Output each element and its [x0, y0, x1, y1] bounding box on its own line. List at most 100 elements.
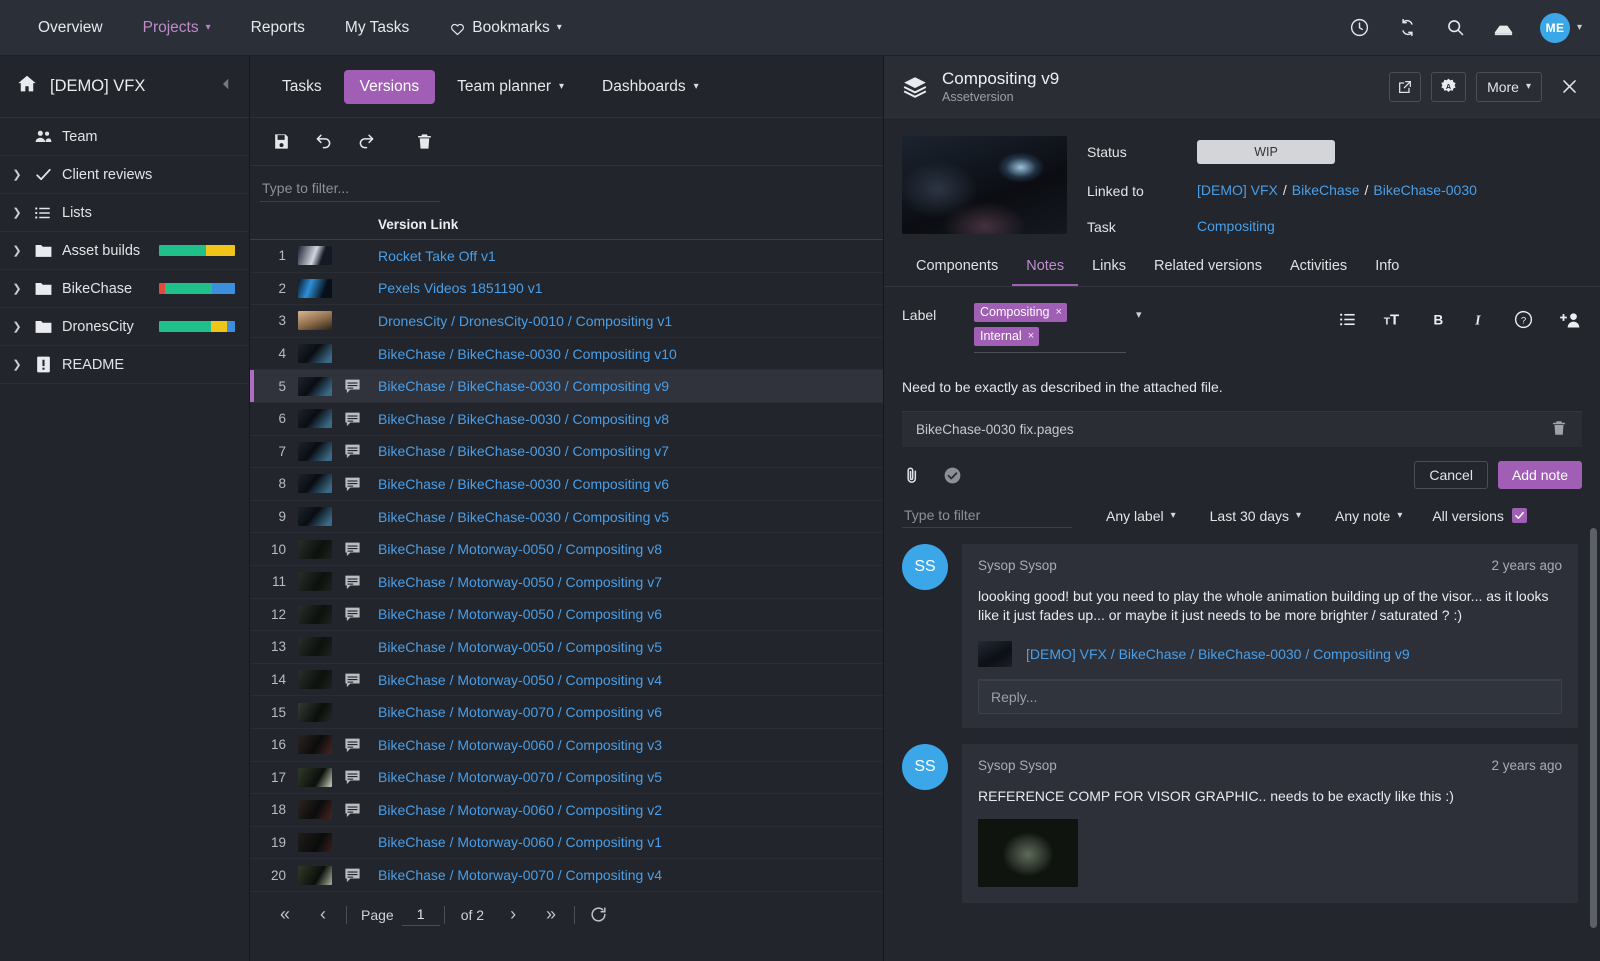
tab-tasks[interactable]: Tasks: [266, 70, 338, 104]
text-size-icon[interactable]: T T: [1383, 310, 1405, 329]
label-chip[interactable]: Compositing×: [974, 303, 1067, 322]
history-clock-icon[interactable]: [1348, 16, 1372, 40]
version-thumbnail[interactable]: [298, 377, 332, 396]
delete-icon[interactable]: [415, 132, 434, 151]
add-note-button[interactable]: Add note: [1498, 461, 1582, 489]
avatar[interactable]: SS: [902, 744, 948, 790]
close-icon[interactable]: [1554, 72, 1584, 102]
version-link[interactable]: BikeChase / BikeChase-0030 / Compositing…: [378, 378, 669, 394]
version-thumbnail[interactable]: [298, 311, 332, 330]
version-thumbnail[interactable]: [298, 540, 332, 559]
version-thumbnail[interactable]: [298, 246, 332, 265]
entity-link[interactable]: Compositing: [1197, 218, 1275, 234]
version-link[interactable]: DronesCity / DronesCity-0010 / Compositi…: [378, 313, 672, 329]
version-thumbnail[interactable]: [298, 637, 332, 656]
notes-filter-input[interactable]: [902, 503, 1072, 528]
bullet-list-icon[interactable]: [1338, 310, 1357, 329]
more-menu-button[interactable]: More ▾: [1476, 72, 1542, 102]
version-thumbnail[interactable]: [298, 670, 332, 689]
note-icon[interactable]: [344, 476, 370, 492]
panel-tab-links[interactable]: Links: [1078, 252, 1140, 286]
note-icon[interactable]: [344, 574, 370, 590]
sidebar-item-client-reviews[interactable]: ❯Client reviews: [0, 156, 249, 194]
redo-icon[interactable]: [356, 131, 377, 152]
version-link[interactable]: BikeChase / Motorway-0070 / Compositing …: [378, 704, 662, 720]
note-reply-input[interactable]: Reply...: [978, 680, 1562, 714]
entity-link[interactable]: BikeChase-0030: [1373, 182, 1477, 198]
table-filter-input[interactable]: [260, 175, 440, 202]
next-page-button[interactable]: ›: [494, 904, 532, 925]
version-thumbnail[interactable]: [902, 136, 1067, 234]
tab-team-planner[interactable]: Team planner▾: [441, 70, 580, 104]
note-icon[interactable]: [344, 606, 370, 622]
cancel-button[interactable]: Cancel: [1414, 461, 1488, 489]
version-thumbnail[interactable]: [298, 409, 332, 428]
open-external-icon[interactable]: [1389, 72, 1421, 102]
attachment-filename[interactable]: BikeChase-0030 fix.pages: [916, 422, 1074, 437]
sync-refresh-icon[interactable]: [1396, 16, 1420, 40]
sidebar-item-team[interactable]: ❯Team: [0, 118, 249, 156]
version-thumbnail[interactable]: [298, 800, 332, 819]
note-icon[interactable]: [344, 411, 370, 427]
version-link[interactable]: BikeChase / BikeChase-0030 / Compositing…: [378, 443, 669, 459]
inbox-icon[interactable]: [1492, 16, 1516, 40]
chevron-left-icon[interactable]: [217, 75, 235, 98]
version-link[interactable]: BikeChase / Motorway-0050 / Compositing …: [378, 541, 662, 557]
help-icon[interactable]: ?: [1513, 309, 1534, 330]
note-icon[interactable]: [344, 672, 370, 688]
version-link[interactable]: BikeChase / Motorway-0070 / Compositing …: [378, 867, 662, 883]
chevron-right-icon[interactable]: ❯: [10, 168, 24, 181]
version-thumbnail[interactable]: [298, 605, 332, 624]
version-link[interactable]: BikeChase / Motorway-0050 / Compositing …: [378, 606, 662, 622]
version-thumbnail[interactable]: [298, 833, 332, 852]
sidebar-item-dronescity[interactable]: ❯DronesCity: [0, 308, 249, 346]
search-icon[interactable]: [1444, 16, 1468, 40]
version-link[interactable]: BikeChase / Motorway-0050 / Compositing …: [378, 574, 662, 590]
version-link[interactable]: BikeChase / Motorway-0060 / Compositing …: [378, 802, 662, 818]
avatar[interactable]: SS: [902, 544, 948, 590]
chevron-right-icon[interactable]: ❯: [10, 358, 24, 371]
first-page-button[interactable]: «: [266, 904, 304, 925]
version-thumbnail[interactable]: [298, 442, 332, 461]
sidebar-item-asset-builds[interactable]: ❯Asset builds: [0, 232, 249, 270]
save-icon[interactable]: [272, 132, 291, 151]
page-number-input[interactable]: [402, 903, 440, 926]
nav-item-projects[interactable]: Projects▾: [125, 11, 229, 45]
note-icon[interactable]: [344, 737, 370, 753]
panel-tab-related-versions[interactable]: Related versions: [1140, 252, 1276, 286]
chevron-down-icon[interactable]: ▾: [1136, 303, 1142, 321]
version-link[interactable]: BikeChase / Motorway-0060 / Compositing …: [378, 737, 662, 753]
nav-item-overview[interactable]: Overview: [20, 11, 121, 45]
version-link[interactable]: BikeChase / BikeChase-0030 / Compositing…: [378, 476, 669, 492]
sidebar-item-lists[interactable]: ❯Lists: [0, 194, 249, 232]
chevron-right-icon[interactable]: ❯: [10, 320, 24, 333]
version-thumbnail[interactable]: [298, 572, 332, 591]
note-label-chips[interactable]: Compositing× Internal×: [974, 303, 1126, 353]
version-thumbnail[interactable]: [298, 768, 332, 787]
note-draft-text[interactable]: Need to be exactly as described in the a…: [884, 353, 1600, 411]
version-thumbnail[interactable]: [298, 866, 332, 885]
sidebar-item-readme[interactable]: ❯README: [0, 346, 249, 384]
label-filter-dropdown[interactable]: Any label ▾: [1106, 508, 1176, 524]
label-chip[interactable]: Internal×: [974, 327, 1039, 346]
note-icon[interactable]: [344, 378, 370, 394]
user-avatar-menu[interactable]: ME ▾: [1540, 13, 1582, 43]
note-icon[interactable]: [344, 443, 370, 459]
linked-thumbnail[interactable]: [978, 641, 1012, 667]
panel-tab-components[interactable]: Components: [902, 252, 1012, 286]
chevron-right-icon[interactable]: ❯: [10, 244, 24, 257]
panel-tab-notes[interactable]: Notes: [1012, 252, 1078, 286]
refresh-icon[interactable]: [579, 905, 617, 924]
version-thumbnail[interactable]: [298, 474, 332, 493]
panel-tab-activities[interactable]: Activities: [1276, 252, 1361, 286]
nav-item-bookmarks[interactable]: Bookmarks▾: [431, 11, 580, 45]
note-icon[interactable]: [344, 802, 370, 818]
version-thumbnail[interactable]: [298, 279, 332, 298]
trash-icon[interactable]: [1550, 419, 1568, 440]
version-link[interactable]: Rocket Take Off v1: [378, 248, 496, 264]
all-versions-checkbox[interactable]: All versions: [1432, 508, 1527, 524]
date-filter-dropdown[interactable]: Last 30 days ▾: [1210, 508, 1301, 524]
check-circle-icon[interactable]: [942, 465, 963, 486]
chevron-right-icon[interactable]: ❯: [10, 206, 24, 219]
entity-link[interactable]: BikeChase: [1292, 182, 1360, 198]
